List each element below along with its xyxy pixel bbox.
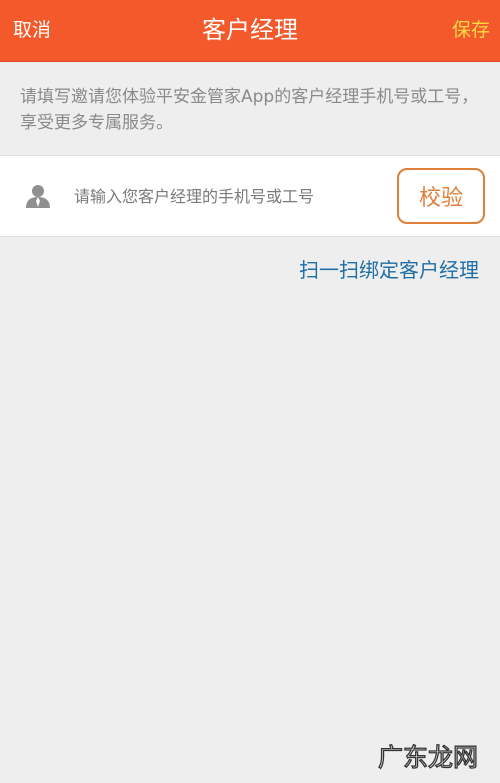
navbar: 取消 客户经理 保存 bbox=[0, 0, 500, 62]
manager-phone-input[interactable] bbox=[74, 178, 374, 214]
page-title: 客户经理 bbox=[202, 16, 298, 44]
watermark-logo: 广东龙网 bbox=[377, 742, 478, 772]
watermark-text: 广东龙网 bbox=[378, 743, 478, 772]
scan-bind-link[interactable]: 扫一扫绑定客户经理 bbox=[299, 254, 479, 283]
save-button[interactable]: 保存 bbox=[452, 0, 490, 60]
manager-input-row: 校验 bbox=[0, 155, 500, 237]
person-icon bbox=[24, 183, 52, 209]
intro-text: 请填写邀请您体验平安金管家App的客户经理手机号或工号，享受更多专属服务。 bbox=[20, 87, 479, 133]
verify-button[interactable]: 校验 bbox=[397, 168, 485, 224]
